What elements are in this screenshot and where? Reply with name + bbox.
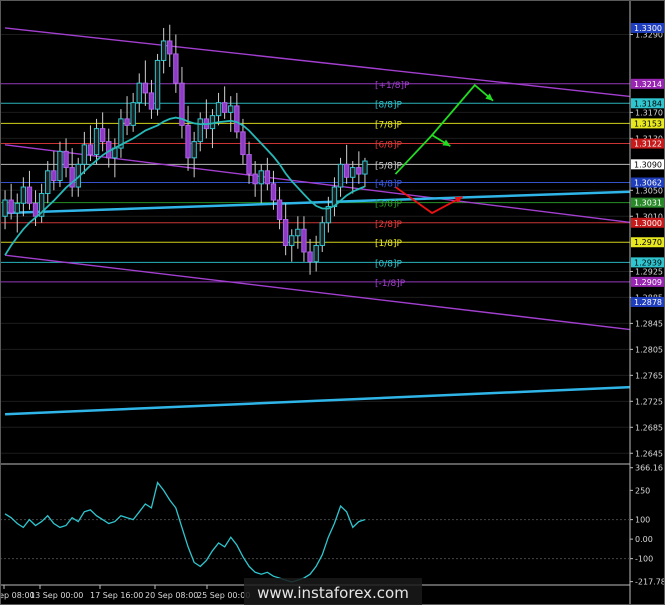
candle-body: [307, 251, 313, 263]
price-marker-label: 1.3031: [634, 199, 662, 208]
price-tick-label: 1.2845: [635, 319, 663, 328]
candle-body: [258, 170, 264, 185]
candle-body: [240, 131, 246, 156]
murrey-level-label: [0/8]P: [375, 259, 403, 269]
price-marker-label: 1.3184: [634, 99, 662, 108]
price-tick-label: 1.2645: [635, 449, 663, 458]
murrey-level-label: [3/8]P: [375, 200, 403, 210]
candle-body: [14, 202, 20, 214]
candle-body: [87, 144, 94, 156]
price-marker-label: 1.2970: [634, 238, 662, 247]
candle-body: [301, 228, 307, 253]
candle-body: [185, 124, 191, 159]
cci-tick-label: 0.00: [635, 535, 653, 544]
candle-body: [356, 167, 362, 175]
candle-body: [197, 118, 203, 143]
time-tick-label: 17 Sep 16:00: [90, 591, 143, 600]
murrey-level-label: [6/8]P: [375, 141, 403, 151]
watermark-text: www.instaforex.com: [257, 584, 409, 602]
price-tick-label: 1.2685: [635, 423, 663, 432]
price-tick-label: 1.2925: [635, 267, 663, 276]
price-marker-label: 1.3062: [634, 179, 662, 188]
price-tick-label: 1.3050: [635, 186, 663, 195]
candle-body: [289, 235, 295, 246]
candle-body: [167, 40, 173, 55]
candle-body: [148, 92, 155, 110]
cci-tick-label: -100: [635, 555, 653, 564]
candle-body: [81, 144, 88, 165]
murrey-level-label: [-1/8]P: [375, 279, 406, 289]
murrey-level-label: [5/8]P: [375, 161, 403, 171]
candle-body: [8, 199, 14, 214]
price-marker-label: 1.3090: [634, 160, 662, 169]
candle-body: [154, 59, 161, 110]
murrey-level-label: [4/8]P: [375, 180, 403, 190]
price-tick-label: 1.3170: [635, 108, 663, 117]
murrey-level-label: [+1/8]P: [375, 81, 410, 91]
price-marker-label: 1.3122: [634, 140, 662, 149]
candle-body: [343, 163, 350, 178]
candle-body: [270, 183, 277, 201]
candle-body: [2, 199, 8, 217]
candle-body: [173, 53, 179, 84]
candle-body: [234, 105, 240, 133]
time-tick-label: 13 Sep 00:00: [30, 591, 83, 600]
price-marker-label: 1.2878: [634, 298, 662, 307]
price-marker-label: 1.2909: [634, 278, 662, 287]
price-tick-label: 1.2765: [635, 371, 663, 380]
cci-tick-label: -217.789: [635, 578, 665, 587]
candle-body: [350, 167, 356, 178]
candle-body: [319, 222, 325, 246]
price-tick-label: 1.2805: [635, 345, 663, 354]
price-marker-label: 1.2939: [634, 258, 662, 267]
murrey-level-label: [7/8]P: [375, 120, 403, 130]
candle-body: [99, 128, 106, 143]
candle-body: [215, 102, 222, 117]
murrey-level-label: [8/8]P: [375, 100, 403, 110]
cci-tick-label: 366.161: [635, 464, 665, 473]
murrey-level-label: [1/8]P: [375, 239, 403, 249]
candle-body: [362, 160, 368, 175]
candle-body: [20, 186, 27, 204]
candle-body: [142, 82, 149, 94]
candle-body: [93, 128, 100, 156]
candle-body: [191, 141, 197, 159]
candle-body: [160, 40, 167, 61]
candle-body: [282, 219, 289, 246]
candle-body: [63, 150, 69, 169]
price-axis: 1.32901.31701.31301.30501.30101.29251.28…: [629, 0, 665, 605]
candle-body: [264, 170, 271, 185]
watermark: www.instaforex.com: [244, 578, 422, 605]
candle-body: [221, 102, 228, 113]
price-marker-label: 1.3300: [634, 24, 662, 33]
price-tick-label: 1.2725: [635, 397, 663, 406]
candle-body: [45, 170, 51, 195]
candle-body: [57, 150, 63, 182]
candle-body: [276, 199, 283, 221]
time-tick-label: 20 Sep 08:00: [145, 591, 198, 600]
candle-body: [209, 115, 216, 130]
candle-body: [295, 228, 301, 237]
candle-body: [26, 186, 33, 204]
candle-body: [130, 102, 136, 126]
candle-body: [228, 105, 234, 113]
candle-body: [51, 170, 57, 182]
price-marker-label: 1.3000: [634, 219, 662, 228]
cci-tick-label: 100: [635, 516, 650, 525]
chart-background: [0, 0, 665, 605]
cci-tick-label: 250: [635, 486, 650, 495]
candle-body: [337, 163, 344, 188]
candle-body: [124, 118, 130, 126]
price-marker-label: 1.3214: [634, 80, 662, 89]
candle-body: [313, 244, 319, 263]
forex-chart: [+1/8]P [8/8]P [7/8]P [6/8]P [5/8]P [4/8]P [3/…: [0, 0, 665, 605]
time-tick-label: 25 Sep 00:00: [197, 591, 250, 600]
price-marker-label: 1.3153: [634, 119, 662, 128]
murrey-level-label: [2/8]P: [375, 220, 403, 230]
candle-body: [252, 173, 258, 185]
candle-body: [136, 82, 142, 104]
candle-body: [32, 202, 39, 217]
candle-body: [246, 154, 252, 175]
